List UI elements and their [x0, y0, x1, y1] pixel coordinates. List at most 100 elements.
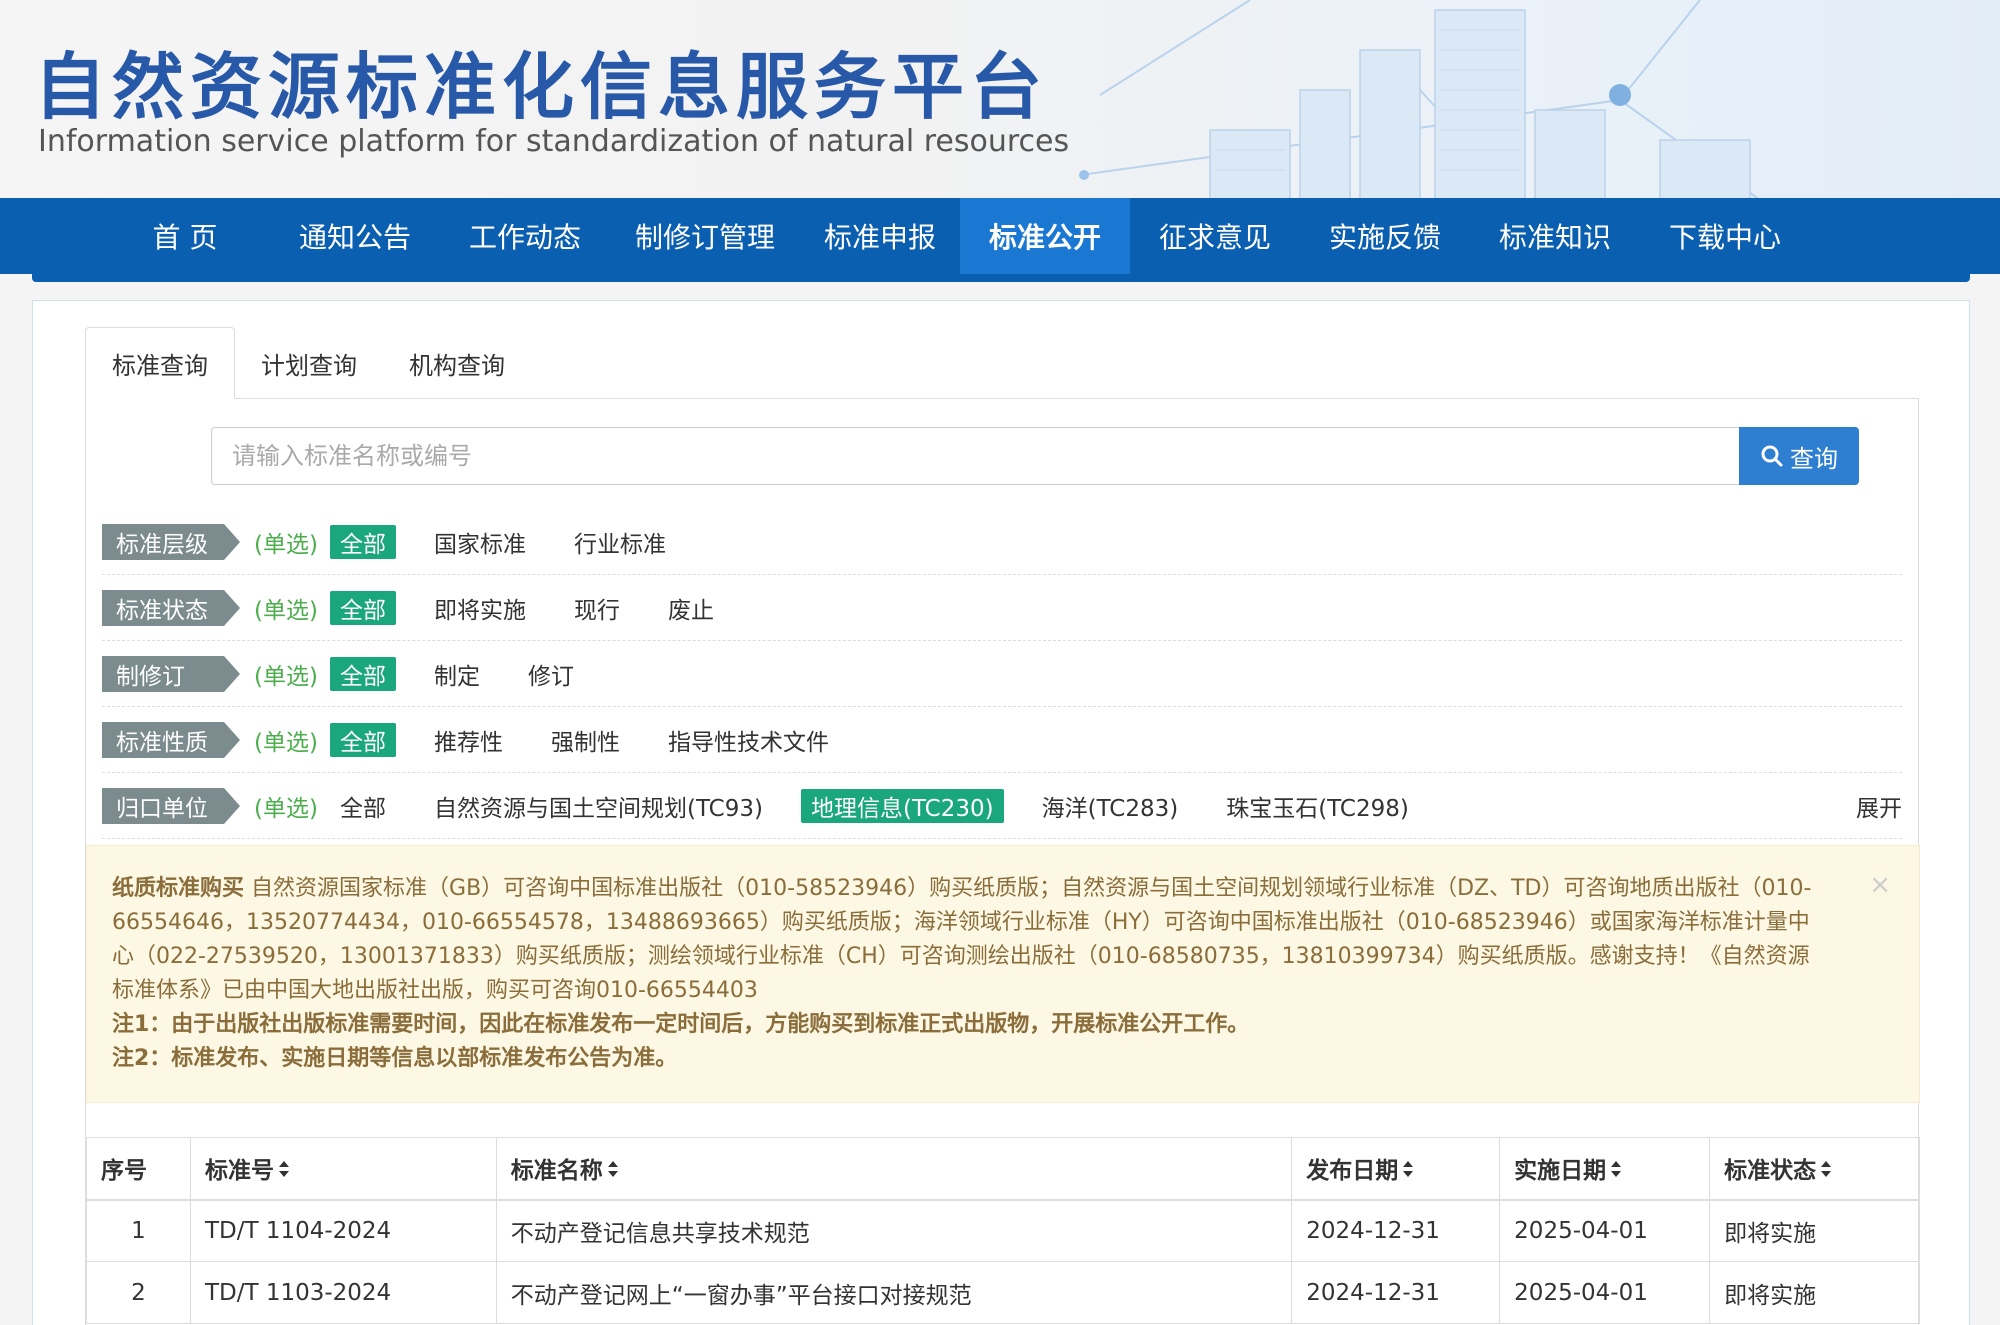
column-header[interactable]: 实施日期 [1499, 1137, 1711, 1201]
sort-icon[interactable] [278, 1161, 290, 1182]
table-row[interactable]: 2 TD/T 1103-2024 不动产登记网上“一窗办事”平台接口对接规范 2024… [86, 1261, 1920, 1324]
column-header-label: 发布日期 [1306, 1158, 1399, 1185]
nav-item[interactable]: 标准申报 [800, 198, 960, 274]
search-button-label: 查询 [1790, 444, 1838, 473]
nav-bottom-bar [32, 274, 1970, 282]
filter-options: 全部 自然资源与国土空间规划(TC93) 地理信息(TC230) 海洋(TC283) 珠… [330, 788, 1447, 823]
column-header[interactable]: 标准状态 [1709, 1137, 1920, 1201]
table-cell: 2 [86, 1261, 191, 1324]
sort-icon[interactable] [1820, 1161, 1832, 1182]
note-2-text: 注2：标准发布、实施日期等信息以部标准发布公告为准。 [112, 1046, 678, 1071]
search-bar: 查询 [211, 427, 1859, 485]
table-cell: 2024-12-31 [1291, 1199, 1501, 1262]
content-panel: 标准查询计划查询机构查询 查询 标准层级(单选)全部国家标准行业标准标准状态(单… [32, 300, 1970, 1325]
filter-label: 归口单位 [102, 787, 240, 824]
column-header[interactable]: 发布日期 [1291, 1137, 1501, 1201]
filter-option[interactable]: 修订 [518, 657, 584, 691]
tab-0[interactable]: 标准查询 [85, 327, 235, 399]
close-icon[interactable]: × [1869, 868, 1891, 902]
table-body: 1 TD/T 1104-2024 不动产登记信息共享技术规范 2024-12-31 20… [86, 1199, 1920, 1324]
filter-option[interactable]: 推荐性 [424, 723, 513, 757]
sort-icon[interactable] [607, 1161, 619, 1182]
notice-heading: 纸质标准购买 [112, 876, 245, 901]
column-header-label: 标准号 [204, 1158, 274, 1185]
filter-option[interactable]: 自然资源与国土空间规划(TC93) [424, 789, 773, 823]
filter-option[interactable]: 全部 [330, 789, 396, 823]
filter-option[interactable]: 海洋(TC283) [1032, 789, 1189, 823]
note-1-text: 注1：由于出版社出版标准需要时间，因此在标准发布一定时间后，方能购买到标准正式出… [112, 1012, 1250, 1037]
column-header-label: 实施日期 [1514, 1158, 1607, 1185]
tab-1[interactable]: 计划查询 [235, 327, 383, 399]
site-title: 自然资源标准化信息服务平台 [34, 45, 1049, 129]
sort-icon[interactable] [1610, 1161, 1622, 1182]
table-cell: TD/T 1104-2024 [189, 1199, 497, 1262]
nav-item[interactable]: 下载中心 [1640, 198, 1810, 274]
filter-options: 全部 即将实施 现行 废止 [330, 590, 752, 625]
column-header-label: 标准名称 [510, 1158, 603, 1185]
site-header: 自然资源标准化信息服务平台 Information service platfo… [0, 0, 2000, 200]
filter-mode: (单选) [254, 729, 318, 756]
filter-option[interactable]: 指导性技术文件 [658, 723, 839, 757]
filter-option[interactable]: 即将实施 [424, 591, 536, 625]
nav-item[interactable]: 征求意见 [1130, 198, 1300, 274]
filter-option[interactable]: 废止 [658, 591, 724, 625]
table-header-row: 序号 标准号 标准名称 发布日期 实施日期 标准状态 [86, 1137, 1920, 1201]
main-nav: 首 页通知公告 工作动态 制修订管理 标准申报 标准公开 征求意见 实施反馈 标准知识 下载中心 [0, 198, 2000, 274]
filter-option[interactable]: 行业标准 [564, 525, 676, 559]
filter-label: 标准层级 [102, 523, 240, 560]
standards-table: 序号 标准号 标准名称 发布日期 实施日期 标准状态 1 TD/T 1104-2024 不动产… [86, 1137, 1920, 1324]
search-input[interactable] [211, 427, 1739, 485]
filter-option[interactable]: 全部 [330, 656, 396, 691]
filter-options: 全部 制定 修订 [330, 656, 612, 691]
expand-link[interactable]: 展开 [1856, 773, 1902, 839]
search-icon [1761, 445, 1783, 467]
nav-item[interactable]: 标准知识 [1470, 198, 1640, 274]
filter-option[interactable]: 全部 [330, 590, 396, 625]
filter-row: 制修订 (单选) 全部 制定 修订 [102, 641, 1902, 707]
notice-note-1: 注1：由于出版社出版标准需要时间，因此在标准发布一定时间后，方能购买到标准正式出… [112, 1008, 1829, 1042]
query-tabs: 标准查询 计划查询 机构查询 [85, 327, 531, 399]
notice-body: 自然资源国家标准（GB）可咨询中国标准出版社（010-58523946）购买纸质… [112, 876, 1812, 1003]
sort-icon[interactable] [1402, 1161, 1414, 1182]
nav-items: 首 页通知公告 工作动态 制修订管理 标准申报 标准公开 征求意见 实施反馈 标准知识 下载中心 [100, 198, 1810, 274]
table-cell: 2025-04-01 [1499, 1261, 1711, 1324]
filter-option[interactable]: 强制性 [541, 723, 630, 757]
column-header[interactable]: 标准名称 [495, 1137, 1293, 1201]
filter-options: 全部 推荐性 强制性 指导性技术文件 [330, 722, 867, 757]
nav-item[interactable]: 首 页 [100, 198, 270, 274]
filter-option[interactable]: 地理信息(TC230) [800, 788, 1004, 823]
filter-option[interactable]: 全部 [330, 524, 396, 559]
table-cell: 1 [86, 1199, 191, 1262]
nav-item[interactable]: 标准公开 [960, 198, 1130, 274]
filter-label: 标准性质 [102, 721, 240, 758]
notice-note-2: 注2：标准发布、实施日期等信息以部标准发布公告为准。 [112, 1042, 1829, 1076]
filter-mode: (单选) [254, 795, 318, 822]
filter-panel: 标准层级 (单选) 全部 国家标准 行业标准 标准状态 (单选) 全部 即将实施 现行 废止 制修订(… [102, 509, 1902, 839]
filter-label: 制修订 [102, 655, 240, 692]
table-cell: 不动产登记信息共享技术规范 [495, 1199, 1293, 1262]
tab-2[interactable]: 机构查询 [383, 327, 531, 399]
nav-item[interactable]: 工作动态 [440, 198, 610, 274]
filter-mode: (单选) [254, 531, 318, 558]
filter-option[interactable]: 现行 [564, 591, 630, 625]
city-skyline-illustration [1079, 0, 1761, 200]
filter-option[interactable]: 国家标准 [424, 525, 536, 559]
notice-text: 纸质标准购买 自然资源国家标准（GB）可咨询中国标准出版社（010-585239… [112, 872, 1829, 1008]
table-cell: 即将实施 [1709, 1199, 1920, 1262]
tab-body: 查询 标准层级(单选)全部国家标准行业标准标准状态(单选)全部即将实施现行废止制… [85, 398, 1920, 1325]
table-cell: 不动产登记网上“一窗办事”平台接口对接规范 [495, 1261, 1293, 1324]
column-header[interactable]: 标准号 [189, 1137, 497, 1201]
filter-mode: (单选) [254, 597, 318, 624]
filter-option[interactable]: 全部 [330, 722, 396, 757]
table-row[interactable]: 1 TD/T 1104-2024 不动产登记信息共享技术规范 2024-12-31 20… [86, 1199, 1920, 1262]
filter-row: 标准性质 (单选) 全部 推荐性 强制性 指导性技术文件 [102, 707, 1902, 773]
filter-option[interactable]: 珠宝玉石(TC298) [1216, 789, 1419, 823]
column-header-label: 标准状态 [1724, 1158, 1817, 1185]
purchase-notice: × 纸质标准购买 自然资源国家标准（GB）可咨询中国标准出版社（010-5852… [86, 845, 1920, 1103]
nav-item[interactable]: 制修订管理 [610, 198, 800, 274]
search-button[interactable]: 查询 [1739, 427, 1859, 485]
column-header: 序号 [86, 1137, 191, 1201]
nav-item[interactable]: 实施反馈 [1300, 198, 1470, 274]
nav-item[interactable]: 通知公告 [270, 198, 440, 274]
filter-option[interactable]: 制定 [424, 657, 490, 691]
